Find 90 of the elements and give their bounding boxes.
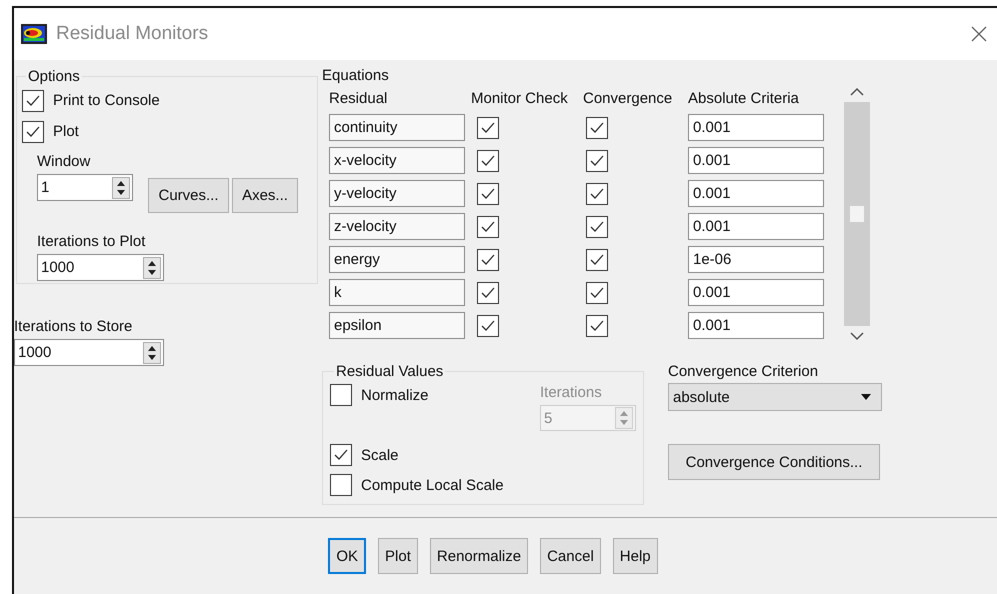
scrollbar-track[interactable] [844,102,870,326]
criteria-field[interactable]: 0.001 [688,213,824,240]
checkmark-icon [590,254,604,266]
checkmark-icon [26,126,40,138]
criteria-field[interactable]: 1e-06 [688,246,824,273]
residual-field: epsilon [329,312,465,339]
spinner-icon[interactable] [143,256,161,278]
checkbox[interactable] [330,384,352,406]
criteria-field[interactable]: 0.001 [688,147,824,174]
caret-icon [861,394,871,400]
curves-button[interactable]: Curves... [148,178,229,213]
convergence-conditions-button[interactable]: Convergence Conditions... [668,444,880,480]
checkbox[interactable] [586,282,608,304]
group-legend: Residual Values [334,363,446,380]
field-label: Iterations to Store [14,318,134,335]
column-header: Residual [329,90,388,108]
residual-field: x-velocity [329,147,465,174]
checkbox[interactable] [22,120,44,142]
checkbox-label: Plot [53,123,79,140]
dialog-button[interactable]: Renormalize [430,538,528,574]
dialog-button[interactable]: Plot [378,538,418,574]
checkmark-icon [481,320,495,332]
column-header: Monitor Check [471,90,569,108]
criteria-field[interactable]: 0.001 [688,279,824,306]
dialog-button[interactable]: OK [328,538,366,574]
field-label: Convergence Criterion [668,363,820,380]
checkbox[interactable] [22,90,44,112]
checkbox[interactable] [477,282,499,304]
scrollbar-thumb[interactable] [850,206,864,222]
checkbox[interactable] [477,248,499,270]
column-header: Convergence [583,90,674,108]
checkbox[interactable] [477,182,499,204]
spinner-icon[interactable] [112,176,130,198]
column-header: Absolute Criteria [688,90,800,108]
checkbox-label: Print to Console [53,92,160,109]
checkmark-icon [481,286,495,298]
checkmark-icon [590,286,604,298]
checkmark-icon [590,320,604,332]
checkbox[interactable] [586,248,608,270]
scroll-up-icon[interactable] [850,87,864,96]
checkbox[interactable] [586,116,608,138]
residual-field: k [329,279,465,306]
checkmark-icon [590,154,604,166]
checkmark-icon [481,254,495,266]
residual-field: y-velocity [329,180,465,207]
checkmark-icon [590,122,604,134]
iterations-spin-field[interactable]: 1000 [37,254,164,281]
checkmark-icon [334,449,348,461]
checkbox-label: Normalize [361,386,429,404]
group-legend: Options [26,68,82,85]
checkmark-icon [481,154,495,166]
checkbox[interactable] [477,150,499,172]
checkbox[interactable] [477,314,499,336]
window-title: Residual Monitors [56,23,208,45]
field-label: Iterations [540,384,603,401]
app-icon [21,24,47,44]
close-icon[interactable] [971,26,987,42]
axes-button[interactable]: Axes... [232,178,298,213]
checkbox[interactable] [586,216,608,238]
residual-field: energy [329,246,465,273]
spinner-icon[interactable] [143,342,161,364]
dialog-button[interactable]: Cancel [540,538,601,574]
checkbox-label: Compute Local Scale [361,476,504,494]
section-title: Equations [322,67,390,84]
checkmark-icon [481,220,495,232]
dropdown[interactable]: absolute [668,383,882,411]
field-label: Window [37,153,92,170]
checkbox[interactable] [477,216,499,238]
checkbox[interactable] [586,150,608,172]
checkmark-icon [590,188,604,200]
criteria-field[interactable]: 0.001 [688,114,824,141]
checkbox[interactable] [586,314,608,336]
criteria-field[interactable]: 0.001 [688,180,824,207]
iterations-spin-field[interactable]: 1000 [14,339,164,366]
scroll-down-icon[interactable] [850,332,864,341]
checkmark-icon [590,220,604,232]
field-label: Iterations to Plot [37,233,146,250]
checkbox[interactable] [586,182,608,204]
checkmark-icon [481,122,495,134]
residual-field: continuity [329,114,465,141]
criteria-field[interactable]: 0.001 [688,312,824,339]
checkbox[interactable] [330,444,352,466]
residual-field: z-velocity [329,213,465,240]
checkbox[interactable] [477,116,499,138]
dialog-button[interactable]: Help [612,538,658,574]
checkmark-icon [481,188,495,200]
checkmark-icon [26,94,40,106]
window-spin-field[interactable]: 1 [37,174,133,201]
checkbox-label: Scale [361,446,399,464]
checkbox[interactable] [330,474,352,496]
